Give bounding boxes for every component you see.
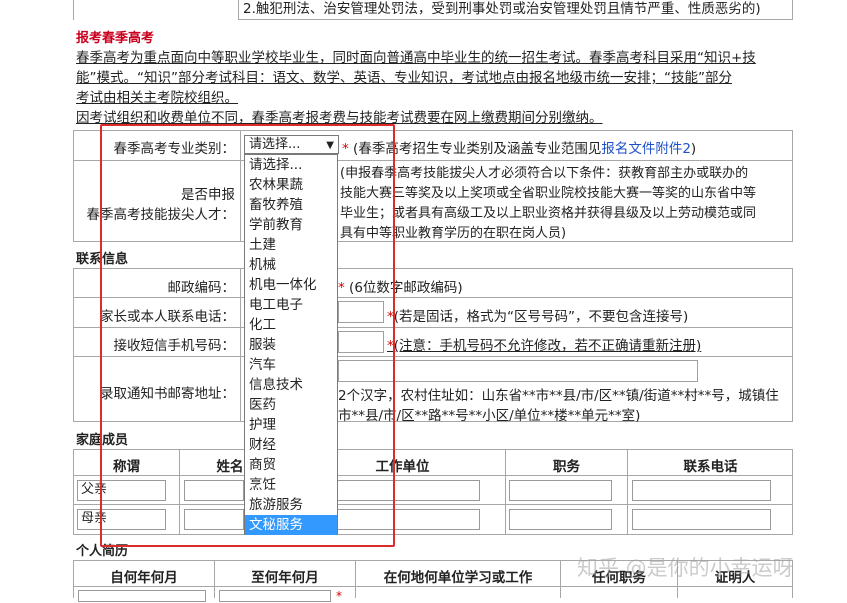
mother-phone-input[interactable] <box>632 509 771 530</box>
watermark: 知乎 @是你的小幸运呀 <box>577 556 794 580</box>
resume-header-where: 在何地何单位学习或工作 <box>383 570 533 586</box>
table-left-edge <box>73 0 74 20</box>
father-phone-input[interactable] <box>632 480 771 501</box>
resume-row-divider <box>73 586 793 587</box>
resume-header-from: 自何年何月 <box>110 570 178 586</box>
father-position-input[interactable] <box>509 480 612 501</box>
category-hint: * (春季高考招生专业类别及涵盖专业范围见报名文件附件2) <box>342 141 697 157</box>
annotation-highlight-box <box>100 124 395 547</box>
intro-line-1: 春季高考为重点面向中等职业学校毕业生，同时面向普通高中毕业生的统一招生考试。春季… <box>76 50 756 66</box>
prohibited-conditions-note: 2.触犯刑法、治安管理处罚法，受到刑事处罚或治安管理处罚且情节严重、性质恶劣的) <box>238 0 793 20</box>
spring-exam-title: 报考春季高考 <box>76 31 155 46</box>
sms-hint: *(注意：手机号码不允许修改，若不正确请重新注册) <box>387 338 702 354</box>
address-hint-line-1: 2个汉字，农村住址如：山东省**市**县/市/区**镇/街道**村**号，城镇住 <box>338 388 779 404</box>
talent-hint: (申报春季高考技能拔尖人才必须符合以下条件：获教育部主办或联办的 技能大赛三等奖… <box>340 166 757 241</box>
contact-border-right <box>792 268 793 422</box>
intro-line-2: 能”模式。“知识”部分考试科目：语文、数学、英语、专业知识，考试地点由报名地级市… <box>76 70 732 86</box>
mother-position-input[interactable] <box>509 509 612 530</box>
resume-to-select[interactable] <box>219 590 331 602</box>
contact-border-left <box>73 268 74 422</box>
intro-line-3: 考试由相关主考院校组织。 <box>76 90 238 106</box>
form-border-right <box>792 130 793 242</box>
family-header-position: 职务 <box>553 459 580 475</box>
resume-header-to: 至何年何月 <box>251 570 319 586</box>
attachment-link[interactable]: 报名文件附件2 <box>601 141 691 157</box>
form-border-left <box>73 130 74 242</box>
phone-hint: *(若是固话，格式为“区号号码”，不要包含连接号) <box>387 309 689 325</box>
resume-from-select[interactable] <box>78 590 206 602</box>
required-star: * <box>336 589 342 603</box>
family-header-phone: 联系电话 <box>683 459 738 475</box>
